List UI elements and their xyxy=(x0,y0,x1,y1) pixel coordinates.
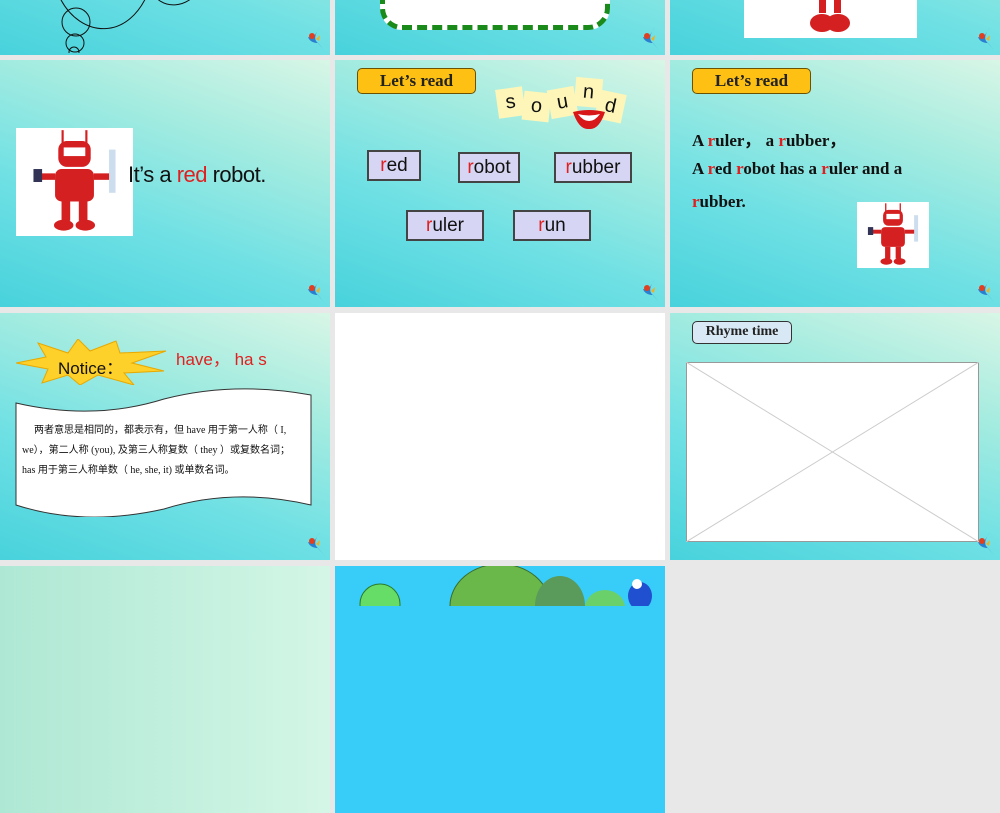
slide-thumbnail-9[interactable]: Rhyme time xyxy=(670,313,1000,560)
sentence-line-1: A ruler， a rubber， xyxy=(692,126,846,151)
have-has-title: have， ha s xyxy=(176,350,267,369)
word-card-run[interactable]: run xyxy=(513,210,591,241)
lips-icon xyxy=(573,110,605,130)
text: ubber. xyxy=(699,192,746,211)
sentence-line-3: rubber. xyxy=(692,192,746,212)
word-card-ruler[interactable]: ruler xyxy=(406,210,484,241)
slide-thumbnail-10[interactable] xyxy=(0,566,330,813)
rhyme-time-tag: Rhyme time xyxy=(692,321,792,344)
slide-thumbnail-4[interactable]: It’s a red robot. xyxy=(0,60,330,307)
sentence-text: robot. xyxy=(206,162,267,187)
robot-image xyxy=(744,0,917,38)
text: ed xyxy=(714,159,737,178)
thought-bubble-icon xyxy=(60,0,190,53)
text: A xyxy=(692,159,708,178)
word-card-robot[interactable]: robot xyxy=(458,152,520,183)
slide-thumbnail-2[interactable] xyxy=(335,0,665,55)
red-letter: r xyxy=(692,192,700,211)
parrot-logo-icon xyxy=(639,25,661,51)
parrot-logo-icon xyxy=(304,277,326,303)
text: uler and a xyxy=(828,159,903,178)
sentence-line-2: A red robot has a ruler and a xyxy=(692,159,902,179)
parrot-logo-icon xyxy=(974,530,996,556)
red-letter: r xyxy=(707,159,715,178)
slide-thumbnail-3[interactable] xyxy=(670,0,1000,55)
robot-image xyxy=(857,202,929,268)
parrot-logo-icon xyxy=(974,277,996,303)
dashed-frame xyxy=(380,0,610,30)
parrot-logo-icon xyxy=(304,25,326,51)
slide-thumbnail-6[interactable]: Let’s read A ruler， a rubber， A red robo… xyxy=(670,60,1000,307)
text: obot has a xyxy=(743,159,822,178)
red-letter: r xyxy=(778,131,786,150)
slide-thumbnail-7[interactable]: Notice： have， ha s 两者意思是相同的，都表示有，但 have … xyxy=(0,313,330,560)
slide-thumbnail-1[interactable] xyxy=(0,0,330,55)
slide-thumbnail-8[interactable] xyxy=(335,313,665,560)
red-letter: r xyxy=(821,159,829,178)
robot-sentence: It’s a red robot. xyxy=(128,162,266,188)
robot-image xyxy=(16,128,133,236)
trees-illustration xyxy=(359,566,652,606)
lets-read-tag: Let’s read xyxy=(357,68,476,94)
sentence-red-word: red xyxy=(176,162,208,187)
text: uler， a xyxy=(715,131,779,150)
parrot-logo-icon xyxy=(304,530,326,556)
red-letter: r xyxy=(707,131,716,150)
notice-body: 两者意思是相同的，都表示有，但 have 用于第一人称（ I, we），第二人称… xyxy=(22,425,291,476)
parrot-logo-icon xyxy=(639,277,661,303)
word-rest: uler xyxy=(432,215,464,236)
word-rest: ubber xyxy=(571,157,621,178)
sentence-text: It’s a xyxy=(128,162,177,187)
word-card-rubber[interactable]: rubber xyxy=(554,152,632,183)
video-placeholder[interactable] xyxy=(686,362,979,542)
text: A xyxy=(692,131,708,150)
slide-thumbnail-11[interactable] xyxy=(335,566,665,813)
word-rest: obot xyxy=(473,157,511,178)
text: ubber， xyxy=(785,131,847,150)
word-rest: ed xyxy=(386,155,408,176)
word-card-red[interactable]: red xyxy=(367,150,421,181)
notice-label: Notice： xyxy=(58,359,124,378)
slide-thumbnail-5[interactable]: Let’s read s o u n d red robot rubber ru… xyxy=(335,60,665,307)
parrot-logo-icon xyxy=(974,25,996,51)
word-rest: un xyxy=(544,215,566,236)
lets-read-tag: Let’s read xyxy=(692,68,811,94)
